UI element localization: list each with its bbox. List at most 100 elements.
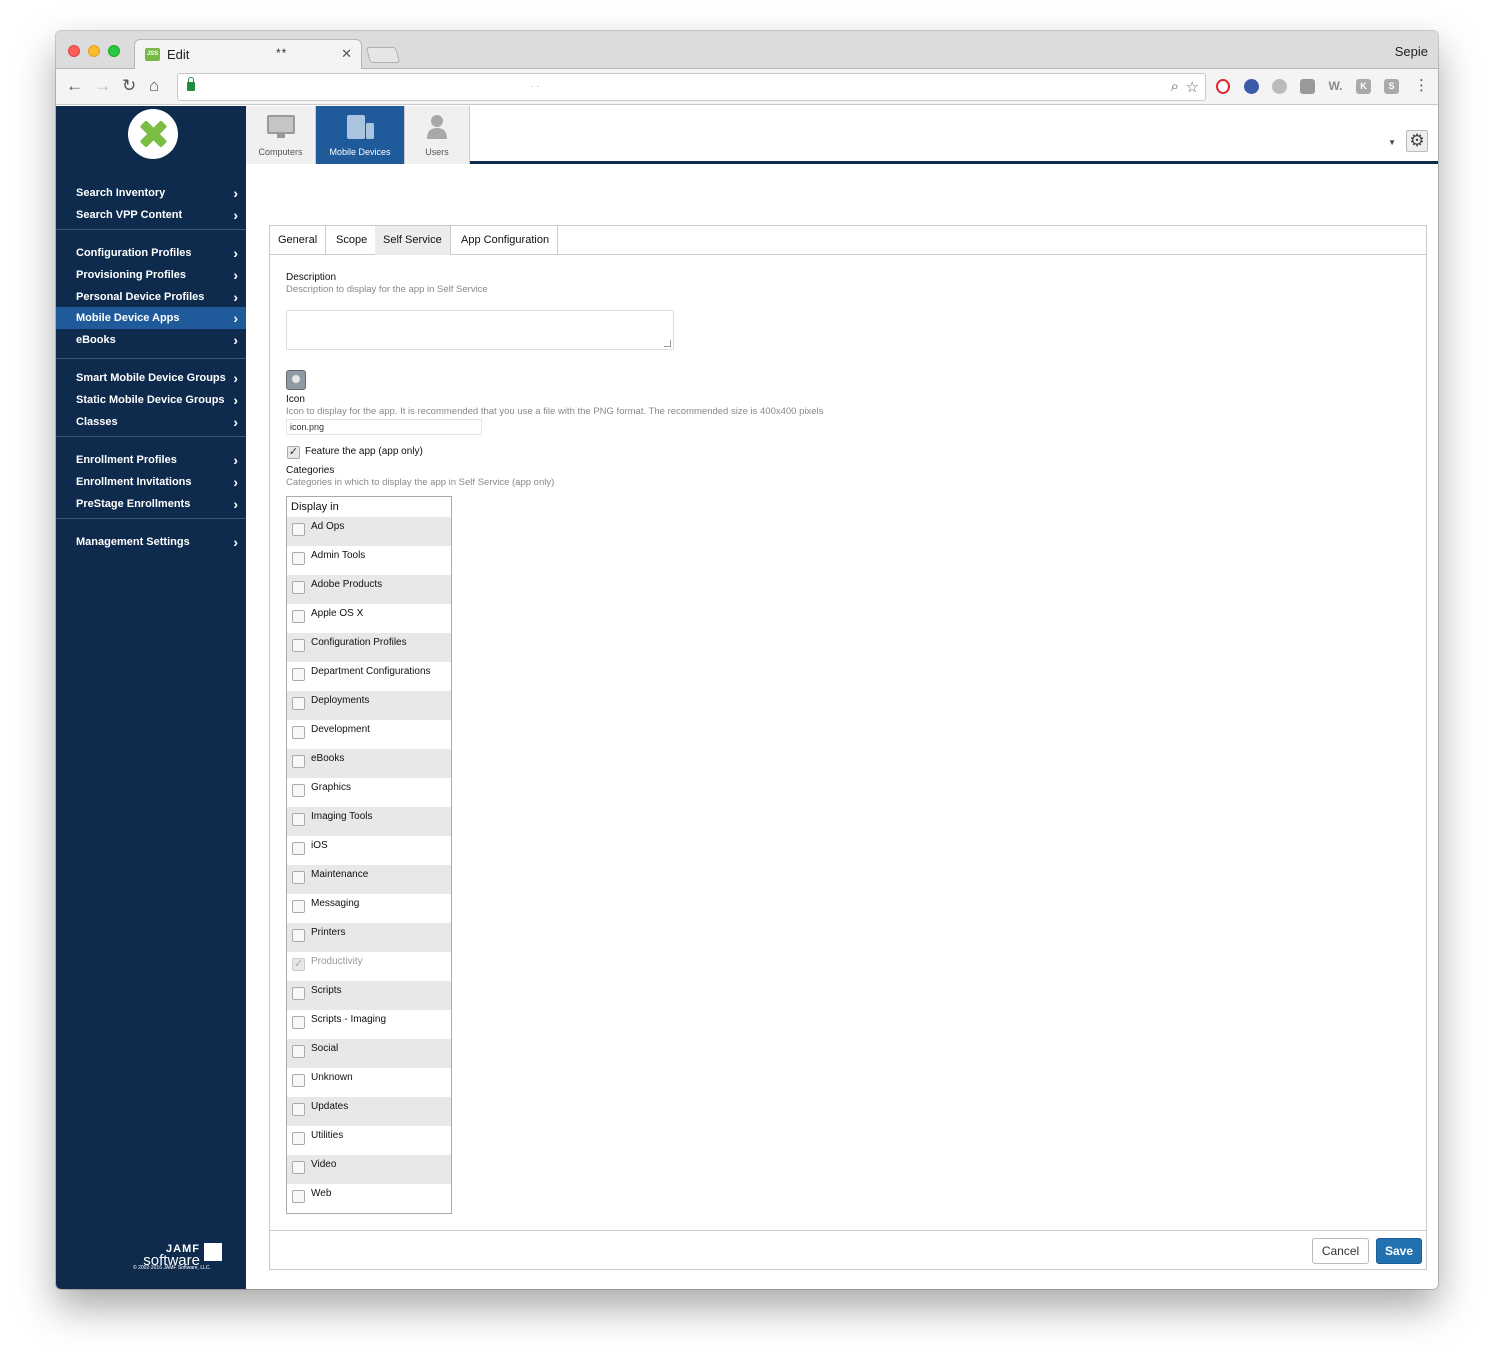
tab-mobile-devices[interactable]: Mobile Devices <box>316 106 405 164</box>
feature-app-checkbox[interactable]: ✓ <box>287 446 300 459</box>
zoom-icon[interactable]: ⌕ <box>1171 78 1179 95</box>
category-checkbox[interactable] <box>292 668 305 681</box>
category-label: Updates <box>311 1101 349 1112</box>
tab-users[interactable]: Users <box>405 106 470 164</box>
tab-computers[interactable]: Computers <box>246 106 316 164</box>
sidebar-item-label: Management Settings <box>76 536 190 548</box>
extension-k-icon[interactable]: K <box>1356 79 1371 94</box>
flag-extension-icon[interactable] <box>1244 79 1259 94</box>
settings-caret-icon[interactable]: ▼ <box>1388 138 1396 147</box>
extension-s-icon[interactable]: S <box>1384 79 1399 94</box>
back-arrow-icon[interactable]: ← <box>66 77 83 95</box>
category-checkbox[interactable] <box>292 552 305 565</box>
category-label: Printers <box>311 927 346 938</box>
description-textarea[interactable] <box>286 310 674 350</box>
bookmark-star-icon[interactable]: ☆ <box>1186 78 1199 96</box>
table-row: Updates <box>287 1097 451 1126</box>
icon-file-input[interactable]: icon.png <box>286 419 482 435</box>
category-checkbox[interactable] <box>292 929 305 942</box>
sidebar-item-mobile-device-apps[interactable]: Mobile Device Apps › <box>56 307 246 330</box>
sidebar-item-label: Search VPP Content <box>76 208 183 221</box>
tab-scope[interactable]: Scope <box>328 226 377 255</box>
cancel-button[interactable]: Cancel <box>1312 1238 1369 1264</box>
category-label: Department Configurations <box>311 666 431 677</box>
browser-tab-title: Edit <box>167 47 190 62</box>
tab-self-service[interactable]: Self Service <box>375 226 451 255</box>
sidebar-item-search-vpp-content[interactable]: Search VPP Content › <box>56 204 246 226</box>
edit-app-panel: General Scope Self Service App Configura… <box>269 225 1427 1270</box>
sidebar-item-management-settings[interactable]: Management Settings › <box>56 531 246 553</box>
category-checkbox[interactable] <box>292 871 305 884</box>
category-checkbox[interactable] <box>292 697 305 710</box>
word-extension-icon[interactable]: W. <box>1328 79 1343 94</box>
category-checkbox[interactable] <box>292 755 305 768</box>
table-row: Admin Tools <box>287 546 451 575</box>
category-label: Maintenance <box>311 869 369 880</box>
close-window-button[interactable] <box>68 45 80 57</box>
sidebar-item-prestage-enrollments[interactable]: PreStage Enrollments › <box>56 493 246 515</box>
category-checkbox[interactable] <box>292 784 305 797</box>
description-label: Description <box>286 272 337 283</box>
home-icon[interactable]: ⌂ <box>149 77 159 95</box>
category-checkbox[interactable] <box>292 1016 305 1029</box>
close-tab-icon[interactable]: ✕ <box>341 46 352 62</box>
new-tab-button[interactable] <box>365 47 401 63</box>
category-label: Social <box>311 1043 339 1054</box>
extension-square-icon[interactable] <box>1300 79 1315 94</box>
table-row: Web <box>287 1184 451 1213</box>
sidebar-item-classes[interactable]: Classes › <box>56 411 246 433</box>
category-checkbox[interactable] <box>292 726 305 739</box>
sidebar-item-smart-mobile-device-groups[interactable]: Smart Mobile Device Groups › <box>56 367 246 389</box>
browser-tab[interactable]: JSS Edit ** ✕ <box>134 39 362 70</box>
sidebar-item-provisioning-profiles[interactable]: Provisioning Profiles › <box>56 264 246 286</box>
sidebar-item-label: eBooks <box>76 334 116 347</box>
browser-profile-name[interactable]: Sepie <box>1395 44 1428 59</box>
category-checkbox[interactable] <box>292 1190 305 1203</box>
gear-icon[interactable]: ⚙ <box>1406 130 1428 152</box>
sidebar: Search Inventory › Search VPP Content › Conf… <box>56 106 246 1289</box>
forward-arrow-icon[interactable]: → <box>94 77 111 95</box>
jss-logo[interactable] <box>128 109 178 159</box>
table-row: Graphics <box>287 778 451 807</box>
extension-circle-icon[interactable] <box>1272 79 1287 94</box>
category-checkbox[interactable] <box>292 610 305 623</box>
category-checkbox[interactable] <box>292 1132 305 1145</box>
categories-table: Display in Ad Ops Admin Tools Adobe Produc… <box>286 496 452 1214</box>
minimize-window-button[interactable] <box>88 45 100 57</box>
category-checkbox[interactable] <box>292 581 305 594</box>
sidebar-item-label: Mobile Device Apps <box>76 312 180 325</box>
opera-extension-icon[interactable] <box>1216 79 1230 94</box>
sidebar-item-label: Smart Mobile Device Groups <box>76 372 226 384</box>
browser-toolbar: ← → ↻ ⌂ . . ⌕ ☆ W. K S ⋮ <box>56 69 1438 105</box>
tab-general[interactable]: General <box>270 226 327 255</box>
category-checkbox[interactable] <box>292 1161 305 1174</box>
sidebar-item-configuration-profiles[interactable]: Configuration Profiles › <box>56 242 246 264</box>
categories-label: Categories <box>286 465 335 476</box>
category-checkbox[interactable] <box>292 842 305 855</box>
category-checkbox[interactable] <box>292 1103 305 1116</box>
sidebar-item-static-mobile-device-groups[interactable]: Static Mobile Device Groups › <box>56 389 246 411</box>
category-checkbox[interactable] <box>292 523 305 536</box>
sidebar-item-search-inventory[interactable]: Search Inventory › <box>56 182 246 204</box>
sidebar-item-enrollment-invitations[interactable]: Enrollment Invitations › <box>56 471 246 493</box>
computer-icon <box>266 115 295 138</box>
categories-hint: Categories in which to display the app i… <box>286 477 555 488</box>
chevron-right-icon: › <box>233 310 238 327</box>
zoom-window-button[interactable] <box>108 45 120 57</box>
category-checkbox[interactable] <box>292 1074 305 1087</box>
category-checkbox[interactable] <box>292 813 305 826</box>
category-checkbox[interactable] <box>292 1045 305 1058</box>
sidebar-item-label: Enrollment Profiles <box>76 454 177 466</box>
browser-menu-icon[interactable]: ⋮ <box>1414 77 1429 95</box>
tab-app-configuration[interactable]: App Configuration <box>453 226 559 255</box>
category-checkbox[interactable] <box>292 639 305 652</box>
category-checkbox[interactable] <box>292 987 305 1000</box>
category-checkbox[interactable] <box>292 900 305 913</box>
save-button[interactable]: Save <box>1376 1238 1422 1264</box>
reload-icon[interactable]: ↻ <box>122 77 136 95</box>
sidebar-item-enrollment-profiles[interactable]: Enrollment Profiles › <box>56 449 246 471</box>
sidebar-item-ebooks[interactable]: eBooks › <box>56 329 246 351</box>
address-bar[interactable]: . . ⌕ ☆ <box>177 73 1206 101</box>
sidebar-item-personal-device-profiles[interactable]: Personal Device Profiles › <box>56 286 246 308</box>
category-label: Apple OS X <box>311 608 364 619</box>
